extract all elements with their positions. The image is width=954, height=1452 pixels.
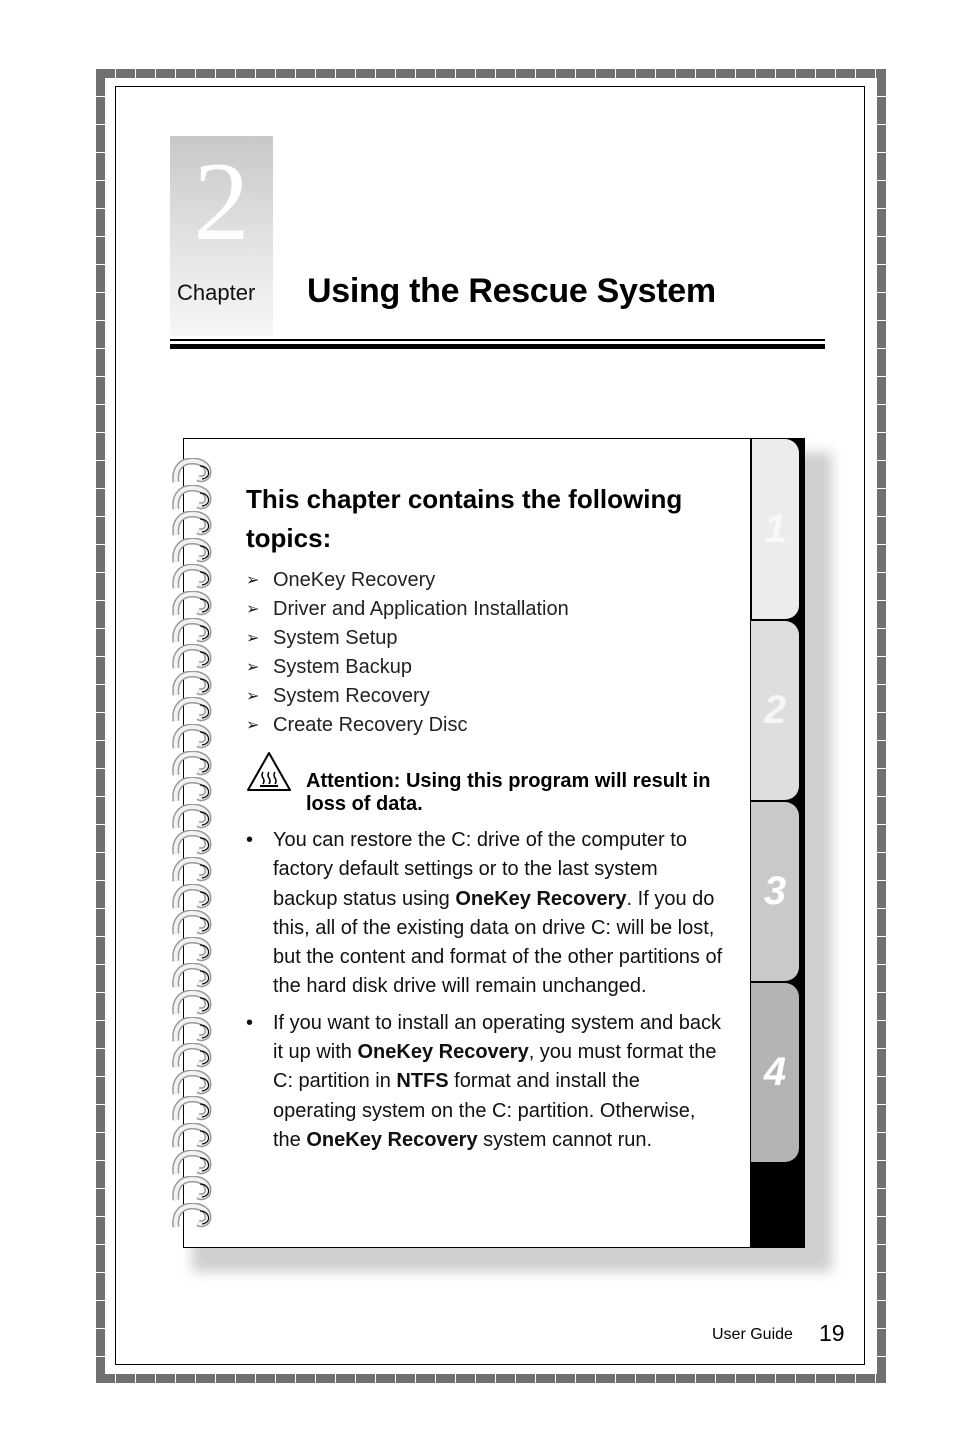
spiral-coil-icon: [172, 857, 212, 882]
spiral-coil-icon: [172, 697, 212, 722]
page-number: 19: [819, 1320, 845, 1346]
spiral-binding: [170, 458, 216, 1238]
spiral-coil-icon: [172, 1176, 212, 1201]
page-frame-left: [96, 69, 105, 1383]
spiral-coil-icon: [172, 1123, 212, 1148]
arrow-bullet-icon: ➢: [246, 630, 260, 647]
spiral-coil-icon: [172, 1149, 212, 1175]
spiral-coil-icon: [172, 1043, 212, 1068]
chapter-label: Chapter: [177, 280, 256, 305]
spiral-coil-icon: [172, 830, 212, 855]
footer-label: User Guide: [712, 1326, 793, 1343]
spiral-coil-icon: [172, 670, 212, 696]
chapter-number: 2: [193, 140, 250, 264]
spiral-coil-icon: [172, 537, 212, 563]
emphasis-text: OneKey Recovery: [455, 887, 627, 910]
topic-item: ➢ System Recovery: [246, 682, 569, 711]
topic-label: Driver and Application Installation: [273, 598, 569, 620]
spiral-coil-icon: [172, 750, 212, 776]
spiral-coil-icon: [172, 803, 212, 829]
tab-label: 3: [763, 869, 787, 913]
topic-item: ➢ OneKey Recovery: [246, 566, 569, 595]
emphasis-text: OneKey Recovery: [357, 1041, 529, 1064]
topic-item: ➢ Driver and Application Installation: [246, 595, 569, 624]
page-frame-top: [96, 69, 886, 78]
topic-label: System Backup: [273, 656, 412, 678]
chapter-number-block: 2: [170, 136, 273, 336]
topic-item: ➢ System Setup: [246, 624, 569, 653]
topic-item: ➢ System Backup: [246, 653, 569, 682]
topic-item: ➢ Create Recovery Disc: [246, 711, 569, 740]
section-tab-2: 2: [751, 621, 799, 800]
spiral-coil-icon: [172, 644, 212, 669]
spiral-coil-icon: [172, 883, 212, 909]
section-tab-3: 3: [751, 802, 799, 981]
spiral-coil-icon: [172, 724, 212, 749]
arrow-bullet-icon: ➢: [246, 572, 260, 589]
bullet-list: You can restore the C: drive of the comp…: [246, 826, 726, 1162]
attention-note: Attention: Using this program will resul…: [306, 770, 711, 815]
spiral-coil-icon: [172, 777, 212, 802]
chapter-title: Using the Rescue System: [307, 272, 716, 310]
spiral-coil-icon: [172, 910, 212, 935]
spiral-coil-icon: [172, 1069, 212, 1095]
bullet-item: You can restore the C: drive of the comp…: [246, 826, 726, 1002]
spiral-coil-icon: [172, 1096, 212, 1121]
spiral-coil-icon: [172, 990, 212, 1015]
emphasis-text: OneKey Recovery: [306, 1128, 478, 1151]
arrow-bullet-icon: ➢: [246, 717, 260, 734]
title-rule-thick: [170, 344, 825, 349]
topic-label: Create Recovery Disc: [273, 714, 468, 736]
emphasis-text: NTFS: [396, 1070, 449, 1093]
spiral-coil-icon: [172, 591, 212, 616]
arrow-bullet-icon: ➢: [246, 659, 260, 676]
spiral-coil-icon: [172, 511, 212, 536]
section-tab-4: 4: [751, 983, 799, 1162]
section-tab-1: 1: [751, 439, 799, 620]
body-text: system cannot run.: [477, 1128, 653, 1151]
tab-label: 4: [763, 1050, 787, 1094]
arrow-bullet-icon: ➢: [246, 688, 260, 705]
spiral-coil-icon: [172, 963, 212, 988]
spiral-coil-icon: [172, 1202, 212, 1228]
hot-surface-warning-icon: [247, 752, 291, 791]
spiral-coil-icon: [172, 564, 212, 589]
topics-heading: This chapter contains the following topi…: [246, 484, 683, 553]
spiral-coil-icon: [172, 617, 212, 643]
arrow-bullet-icon: ➢: [246, 601, 260, 618]
tab-label: 1: [764, 506, 787, 551]
spiral-coil-icon: [172, 936, 212, 962]
bullet-item: If you want to install an operating syst…: [246, 1009, 726, 1155]
spiral-coil-icon: [172, 1016, 212, 1042]
spiral-coil-icon: [172, 484, 212, 510]
topic-label: System Setup: [273, 627, 398, 649]
title-rule-thin: [170, 339, 825, 341]
topic-label: OneKey Recovery: [273, 569, 436, 591]
page-frame-bottom: [96, 1374, 886, 1383]
topics-list: ➢ OneKey Recovery ➢ Driver and Application …: [246, 566, 569, 740]
page-frame-right: [877, 69, 886, 1383]
topic-label: System Recovery: [273, 685, 430, 707]
tab-label: 2: [763, 688, 787, 732]
spiral-coil-icon: [172, 458, 212, 483]
